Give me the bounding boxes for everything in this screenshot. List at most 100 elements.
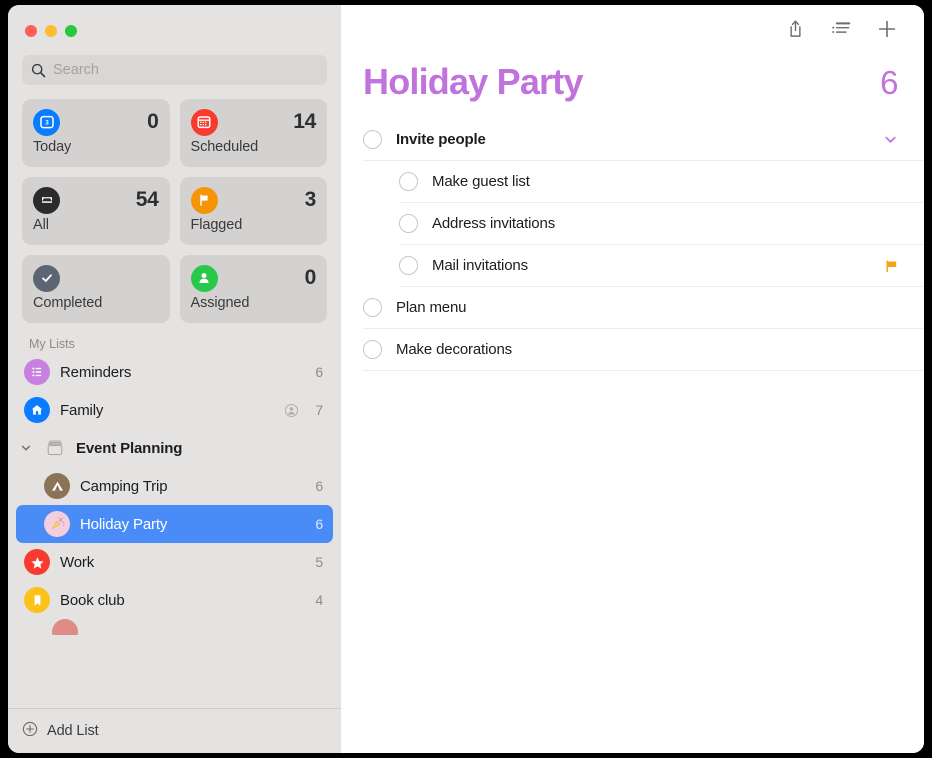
reminder-title: Make guest list — [432, 173, 530, 190]
add-list-button[interactable]: Add List — [8, 708, 341, 753]
smart-card-count: 0 — [147, 110, 159, 133]
smart-card-all[interactable]: 54 All — [22, 177, 170, 245]
reminder-title: Address invitations — [432, 215, 556, 232]
search-container — [8, 39, 341, 85]
list-header: Holiday Party 6 — [341, 53, 924, 103]
sidebar-item-label: Camping Trip — [80, 477, 168, 495]
smart-card-header: 3 — [190, 186, 317, 214]
smart-card-count: 14 — [293, 110, 316, 133]
sidebar-group-event-planning[interactable]: Event Planning — [16, 429, 333, 467]
chevron-down-icon[interactable] — [883, 132, 898, 147]
reminder-row[interactable]: Address invitations — [363, 203, 924, 245]
smart-card-completed[interactable]: Completed — [22, 255, 170, 323]
house-icon — [24, 397, 50, 423]
sidebar-item-reminders[interactable]: Reminders 6 — [16, 353, 333, 391]
group-folder-icon — [42, 435, 68, 461]
sidebar-item-count: 6 — [315, 478, 323, 494]
reminder-content: Plan menu — [363, 287, 924, 329]
reminder-row[interactable]: Invite people — [363, 119, 924, 161]
reminders-window: 3 0 Today — [8, 5, 924, 753]
sidebar-item-label: Family — [60, 401, 104, 419]
list-total-count: 6 — [880, 64, 898, 101]
reminder-checkbox[interactable] — [363, 298, 382, 317]
sidebar-item-label: Reminders — [60, 363, 132, 381]
sidebar-group-label: Event Planning — [76, 439, 183, 457]
reminder-title: Make decorations — [396, 341, 512, 358]
party-popper-icon — [44, 511, 70, 537]
person-icon — [190, 264, 218, 292]
reminder-title: Invite people — [396, 131, 486, 148]
sidebar-item-family[interactable]: Family 7 — [16, 391, 333, 429]
calendar-icon — [190, 108, 218, 136]
star-icon — [24, 549, 50, 575]
sidebar-item-label: Book club — [60, 591, 125, 609]
reminder-checkbox[interactable] — [399, 256, 418, 275]
reminder-checkbox[interactable] — [399, 172, 418, 191]
chevron-down-icon[interactable] — [18, 442, 34, 454]
smart-card-assigned[interactable]: 0 Assigned — [179, 255, 327, 323]
plus-icon[interactable] — [876, 18, 898, 40]
smart-card-count: 54 — [135, 188, 159, 211]
smart-lists-grid: 3 0 Today 14 Scheduled 54 All 3 Flagged … — [8, 85, 341, 323]
sidebar-item-label: Holiday Party — [80, 515, 168, 533]
bookmark-icon — [24, 587, 50, 613]
inbox-tray-icon — [33, 186, 60, 214]
minimize-button[interactable] — [45, 25, 57, 37]
my-lists-header: My Lists — [29, 337, 75, 351]
main-panel: Holiday Party 6 Invite people Make guest… — [341, 5, 924, 753]
reminder-row[interactable]: Make guest list — [363, 161, 924, 203]
checkmark-icon — [33, 264, 60, 292]
calendar-day-icon: 3 — [33, 108, 60, 136]
share-icon[interactable] — [784, 18, 806, 40]
page-title: Holiday Party — [363, 61, 583, 102]
reminder-content: Make decorations — [363, 329, 924, 371]
smart-card-scheduled[interactable]: 14 Scheduled — [179, 99, 327, 167]
smart-card-today[interactable]: 3 0 Today — [22, 99, 170, 167]
reminder-checkbox[interactable] — [363, 340, 382, 359]
sidebar-item-count: 6 — [315, 364, 323, 380]
search-input[interactable] — [53, 62, 318, 78]
smart-card-label: Scheduled — [190, 139, 259, 155]
sidebar-item-count: 5 — [315, 554, 323, 570]
sidebar-item-count: 4 — [315, 592, 323, 608]
smart-card-label: Completed — [33, 295, 103, 311]
plus-circle-icon — [22, 721, 38, 742]
flag-icon — [885, 259, 898, 273]
smart-card-count: 3 — [304, 188, 317, 211]
smart-card-header: 0 — [190, 264, 317, 292]
reminder-title: Mail invitations — [432, 257, 528, 274]
sidebar-item-partial[interactable] — [16, 619, 333, 635]
sidebar-item-holiday-party[interactable]: Holiday Party 6 — [16, 505, 333, 543]
search-box[interactable] — [22, 55, 327, 85]
reminders-list: Invite people Make guest list Address in… — [341, 119, 924, 371]
sidebar: 3 0 Today — [8, 5, 341, 753]
list-view-icon[interactable] — [830, 18, 852, 40]
reminder-checkbox[interactable] — [399, 214, 418, 233]
sidebar-item-book-club[interactable]: Book club 4 — [16, 581, 333, 619]
reminder-content: Address invitations — [399, 203, 924, 245]
sidebar-item-count: 6 — [315, 516, 323, 532]
shared-person-icon — [284, 403, 299, 418]
reminder-row[interactable]: Plan menu — [363, 287, 924, 329]
reminder-checkbox[interactable] — [363, 130, 382, 149]
sidebar-item-count: 7 — [315, 402, 323, 418]
smart-card-label: Today — [33, 139, 72, 155]
close-button[interactable] — [25, 25, 37, 37]
reminder-row[interactable]: Make decorations — [363, 329, 924, 371]
window-controls — [8, 5, 341, 39]
smart-card-flagged[interactable]: 3 Flagged — [179, 177, 327, 245]
search-icon — [31, 63, 46, 78]
reminder-title: Plan menu — [396, 299, 467, 316]
tent-icon — [44, 473, 70, 499]
svg-text:3: 3 — [45, 120, 49, 127]
toolbar — [341, 5, 924, 53]
sidebar-item-camping-trip[interactable]: Camping Trip 6 — [16, 467, 333, 505]
reminder-row[interactable]: Mail invitations — [363, 245, 924, 287]
sidebar-item-work[interactable]: Work 5 — [16, 543, 333, 581]
maximize-button[interactable] — [65, 25, 77, 37]
smart-card-header — [33, 264, 159, 292]
reminder-content: Make guest list — [399, 161, 924, 203]
bulleted-list-icon — [24, 359, 50, 385]
my-lists-section[interactable]: My Lists Reminders 6 Family 7 Event Plan… — [8, 337, 341, 708]
smart-card-count: 0 — [304, 266, 317, 289]
